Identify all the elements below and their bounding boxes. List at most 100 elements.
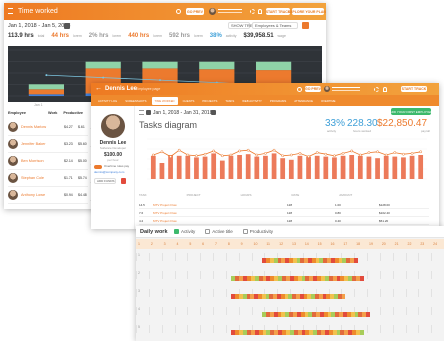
legend-item[interactable]: Productivity [242,229,273,234]
legend-checkbox[interactable] [242,229,248,234]
header-search-icon[interactable] [297,87,302,92]
legend-checkbox[interactable] [174,229,179,234]
row-employee-name[interactable]: Jennifer Baker [21,142,45,146]
row-employee-name[interactable]: Ben Morrison [21,159,44,163]
task-cell-b[interactable]: MTV Project Flow [153,211,177,215]
header-bell-icon[interactable] [383,87,387,92]
tab-clients[interactable]: CLIENTS [180,97,198,105]
task-cell-b[interactable]: MTV Project Flow [153,219,177,223]
table-row[interactable]: Ben Morrison $2.14 $5.00 [8,153,88,170]
activity-bar[interactable] [231,330,364,335]
tasks-line-point [272,148,276,152]
grid-cell [225,307,239,315]
task-cell-b[interactable]: MTV Project Flow [153,203,177,207]
row-employee-name[interactable]: Stephan Cole [21,176,44,180]
tasks-bar [271,153,277,179]
gear-icon[interactable] [250,9,255,14]
hour-label: 17 [343,242,348,246]
hour-label: 11 [266,242,270,246]
tab-web-activity[interactable]: WEB ACTIVITY [239,97,265,105]
back-arrow-icon[interactable]: ← [95,85,102,92]
tab-tasks[interactable]: TASKS [222,97,237,105]
grid-cell [136,253,149,261]
legend-item[interactable]: Active title [205,229,233,234]
start-track-button[interactable]: START TRACK [266,8,290,15]
tasks-line-point [203,152,207,156]
stat-value: 592 hrs [169,33,191,39]
grid-cell [200,271,213,279]
task-row[interactable]: 14.5 MTV Project Flow 128 1.00 $128.00 [139,201,429,209]
row-employee-name[interactable]: Anthony Lowe [21,193,45,197]
table-row[interactable]: Anthony Lowe $0.94 $4.48 [8,187,88,204]
content-calendar-icon[interactable] [146,110,151,115]
show-trend-button[interactable]: SHOW TREND [228,22,258,29]
tab-attendance[interactable]: ATTENDANCE [291,97,316,105]
grid-cell [431,325,444,333]
grid-cell [431,289,444,297]
employee-subtitle: Employee page [136,87,161,91]
tab-projects[interactable]: PROJECTS [199,97,220,105]
grid-cell [213,325,226,333]
grid-cell [161,307,175,315]
date-range[interactable]: Jan 1, 2018 - Jan 5, 2018 [8,23,70,30]
grid-cell [136,289,149,297]
table-row[interactable]: Dennis Marlow $4.27 $.61 [8,119,88,136]
stat-value: 44 hrs [51,33,69,39]
legend-item[interactable]: Activity [174,229,195,234]
go-prev-button[interactable]: GO PREV [186,8,204,15]
tab-screenshots[interactable]: SCREENSHOTS [122,97,149,105]
task-row[interactable]: 7.6 MTV Project Flow 128 0.80 $102.40 [139,209,429,217]
table-row[interactable]: Stephan Cole $1.71 $5.74 [8,170,88,187]
grid-cell [148,307,162,315]
delete-icon[interactable] [121,178,126,184]
calendar-icon[interactable] [64,23,70,29]
activity-bar[interactable] [262,312,370,317]
add-funds-button[interactable]: ADD FUNDS [94,178,116,184]
grid-cell [148,253,162,261]
header-avatar-2[interactable] [324,86,330,92]
profile-link[interactable]: dennis@company.com [94,171,124,174]
task-row[interactable]: 4.2 MTV Project Flow 128 0.40 $51.20 [139,217,429,225]
employee-page-window: ← Dennis Lee Employee page GO PREV START… [91,83,439,229]
content-menu-icon[interactable] [139,110,144,115]
task-cell-a: 7.6 [139,211,144,215]
add-employee-button[interactable]: ADD YOUR FIRST EMPLOYEE [390,108,432,115]
date-cal-icon[interactable] [211,110,216,115]
hour-label: 18 [356,242,361,246]
activity-bar[interactable] [262,258,358,263]
grid-cell [148,325,162,333]
stat-value: $39,958.51 [243,33,274,39]
tab-programs[interactable]: PROGRAMS [267,97,289,105]
header-start-button[interactable]: START TRACK [401,86,427,92]
row-employee-name[interactable]: Dennis Marlow [21,125,46,129]
bell-icon[interactable] [258,9,262,14]
overtime-toggle[interactable] [94,165,102,169]
chart-bar-segment [28,84,65,90]
explore-plans-button[interactable]: EXPLORE YOUR PLANS [288,8,326,15]
tasks-line-point [341,152,345,155]
table-row[interactable]: Jennifer Baker $3.23 $5.60 [8,136,88,153]
activity-bar[interactable] [231,294,346,299]
task-cell-d: 0.80 [335,211,341,215]
chart-bar-segment [28,89,65,95]
export-icon[interactable] [302,22,309,29]
activity-segment [359,330,364,335]
tab-time-worked[interactable]: TIME WORKED [151,96,178,105]
search-icon[interactable] [176,9,181,14]
activity-bar[interactable] [231,276,364,281]
menu-icon[interactable] [8,8,13,14]
employees-teams-dropdown[interactable]: Employees & Teams [252,22,298,29]
employee-date-range[interactable]: Jan 1, 2018 - Jan 31, 2018 [153,111,213,116]
employee-list: Dennis Marlow $4.27 $.61 Jennifer Baker $3.2… [8,119,88,204]
chart-trend-point [45,74,48,77]
header-prev-button[interactable]: GO PREV [305,86,321,92]
tab-overtime[interactable]: OVERTIME [318,97,339,105]
chart-legend-label: Jan 1 [34,103,43,107]
stat-value: 2% hrs [88,33,109,39]
header-gear-icon[interactable] [374,87,379,92]
tab-activity-log[interactable]: ACTIVITY LOG [95,97,120,105]
col-amount: AMOUNT [339,193,353,197]
legend-checkbox[interactable] [205,229,211,234]
tasks-bar [366,156,372,179]
header-avatar[interactable] [209,8,216,15]
